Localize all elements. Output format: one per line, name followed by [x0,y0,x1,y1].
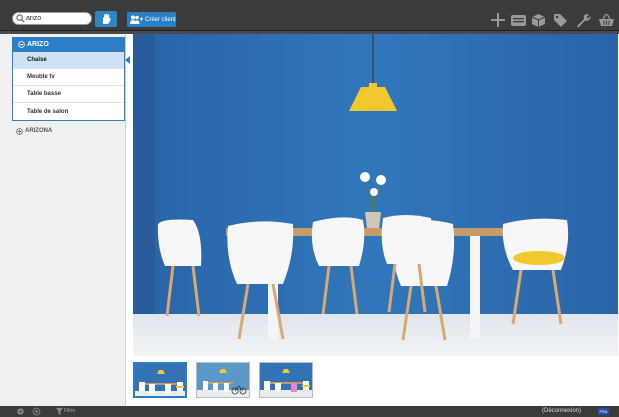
settings-gear-icon[interactable] [16,407,25,416]
create-client-button[interactable]: Créer client [127,12,176,27]
category-sidebar: ARIZO Chaise Meuble tv Table basse Table… [0,34,130,406]
category-group-arizo[interactable]: ARIZO [12,37,125,52]
create-client-label: Créer client [145,16,176,23]
language-label: FRA [599,409,608,414]
box-icon [531,13,545,27]
filter-label[interactable]: Filtre [64,408,75,414]
globe-icon[interactable] [32,407,41,416]
category-group-label: ARIZO [27,41,49,48]
filter-icon[interactable] [55,407,64,416]
user-plus-icon [130,15,143,24]
category-group-label: ARIZONA [25,128,53,134]
category-item-chaise[interactable]: Chaise [13,52,130,69]
basket-button[interactable] [598,12,614,28]
wrench-icon [576,13,591,27]
category-item-label: Table basse [27,91,61,97]
category-item-meuble-tv[interactable]: Meuble tv [13,69,124,86]
thumbnail-image [197,363,249,397]
app-window: Créer client [0,0,619,417]
thumbnail-strip [133,362,313,400]
logout-link[interactable]: (Déconnexion) [542,408,581,414]
list-icon [510,14,526,26]
dining-room-image [133,34,618,356]
category-item-table-basse[interactable]: Table basse [13,86,124,103]
search-input[interactable] [26,13,90,24]
thumbnail-image [260,363,312,397]
hand-icon [103,13,111,24]
category-item-list: Chaise Meuble tv Table basse Table de sa… [12,52,130,121]
list-button[interactable] [510,12,526,28]
tag-button[interactable] [552,12,568,28]
product-box-button[interactable] [530,12,546,28]
thumbnail-2[interactable] [196,362,250,398]
search-icon [16,14,25,23]
expand-icon[interactable] [16,127,23,135]
search-submit-button[interactable] [95,11,117,27]
collapse-icon[interactable] [18,41,25,48]
category-item-label: Chaise [27,57,47,63]
settings-button[interactable] [575,12,591,28]
category-item-table-de-salon[interactable]: Table de salon [13,103,124,120]
language-flag[interactable]: FRA [598,408,609,415]
status-bar: Filtre (Déconnexion) FRA [0,406,619,417]
category-group-arizona[interactable]: ARIZONA [12,124,125,138]
basket-icon [598,13,614,26]
search-box[interactable] [12,12,92,25]
thumbnail-image [135,364,185,396]
top-toolbar: Créer client [0,0,619,31]
category-item-label: Table de salon [27,108,69,115]
category-item-label: Meuble tv [27,74,55,80]
plus-icon [491,13,505,27]
thumbnail-3[interactable] [259,362,313,398]
tag-icon [553,13,567,27]
product-photo [133,34,618,356]
thumbnail-1[interactable] [133,362,187,398]
add-button[interactable] [490,12,506,28]
